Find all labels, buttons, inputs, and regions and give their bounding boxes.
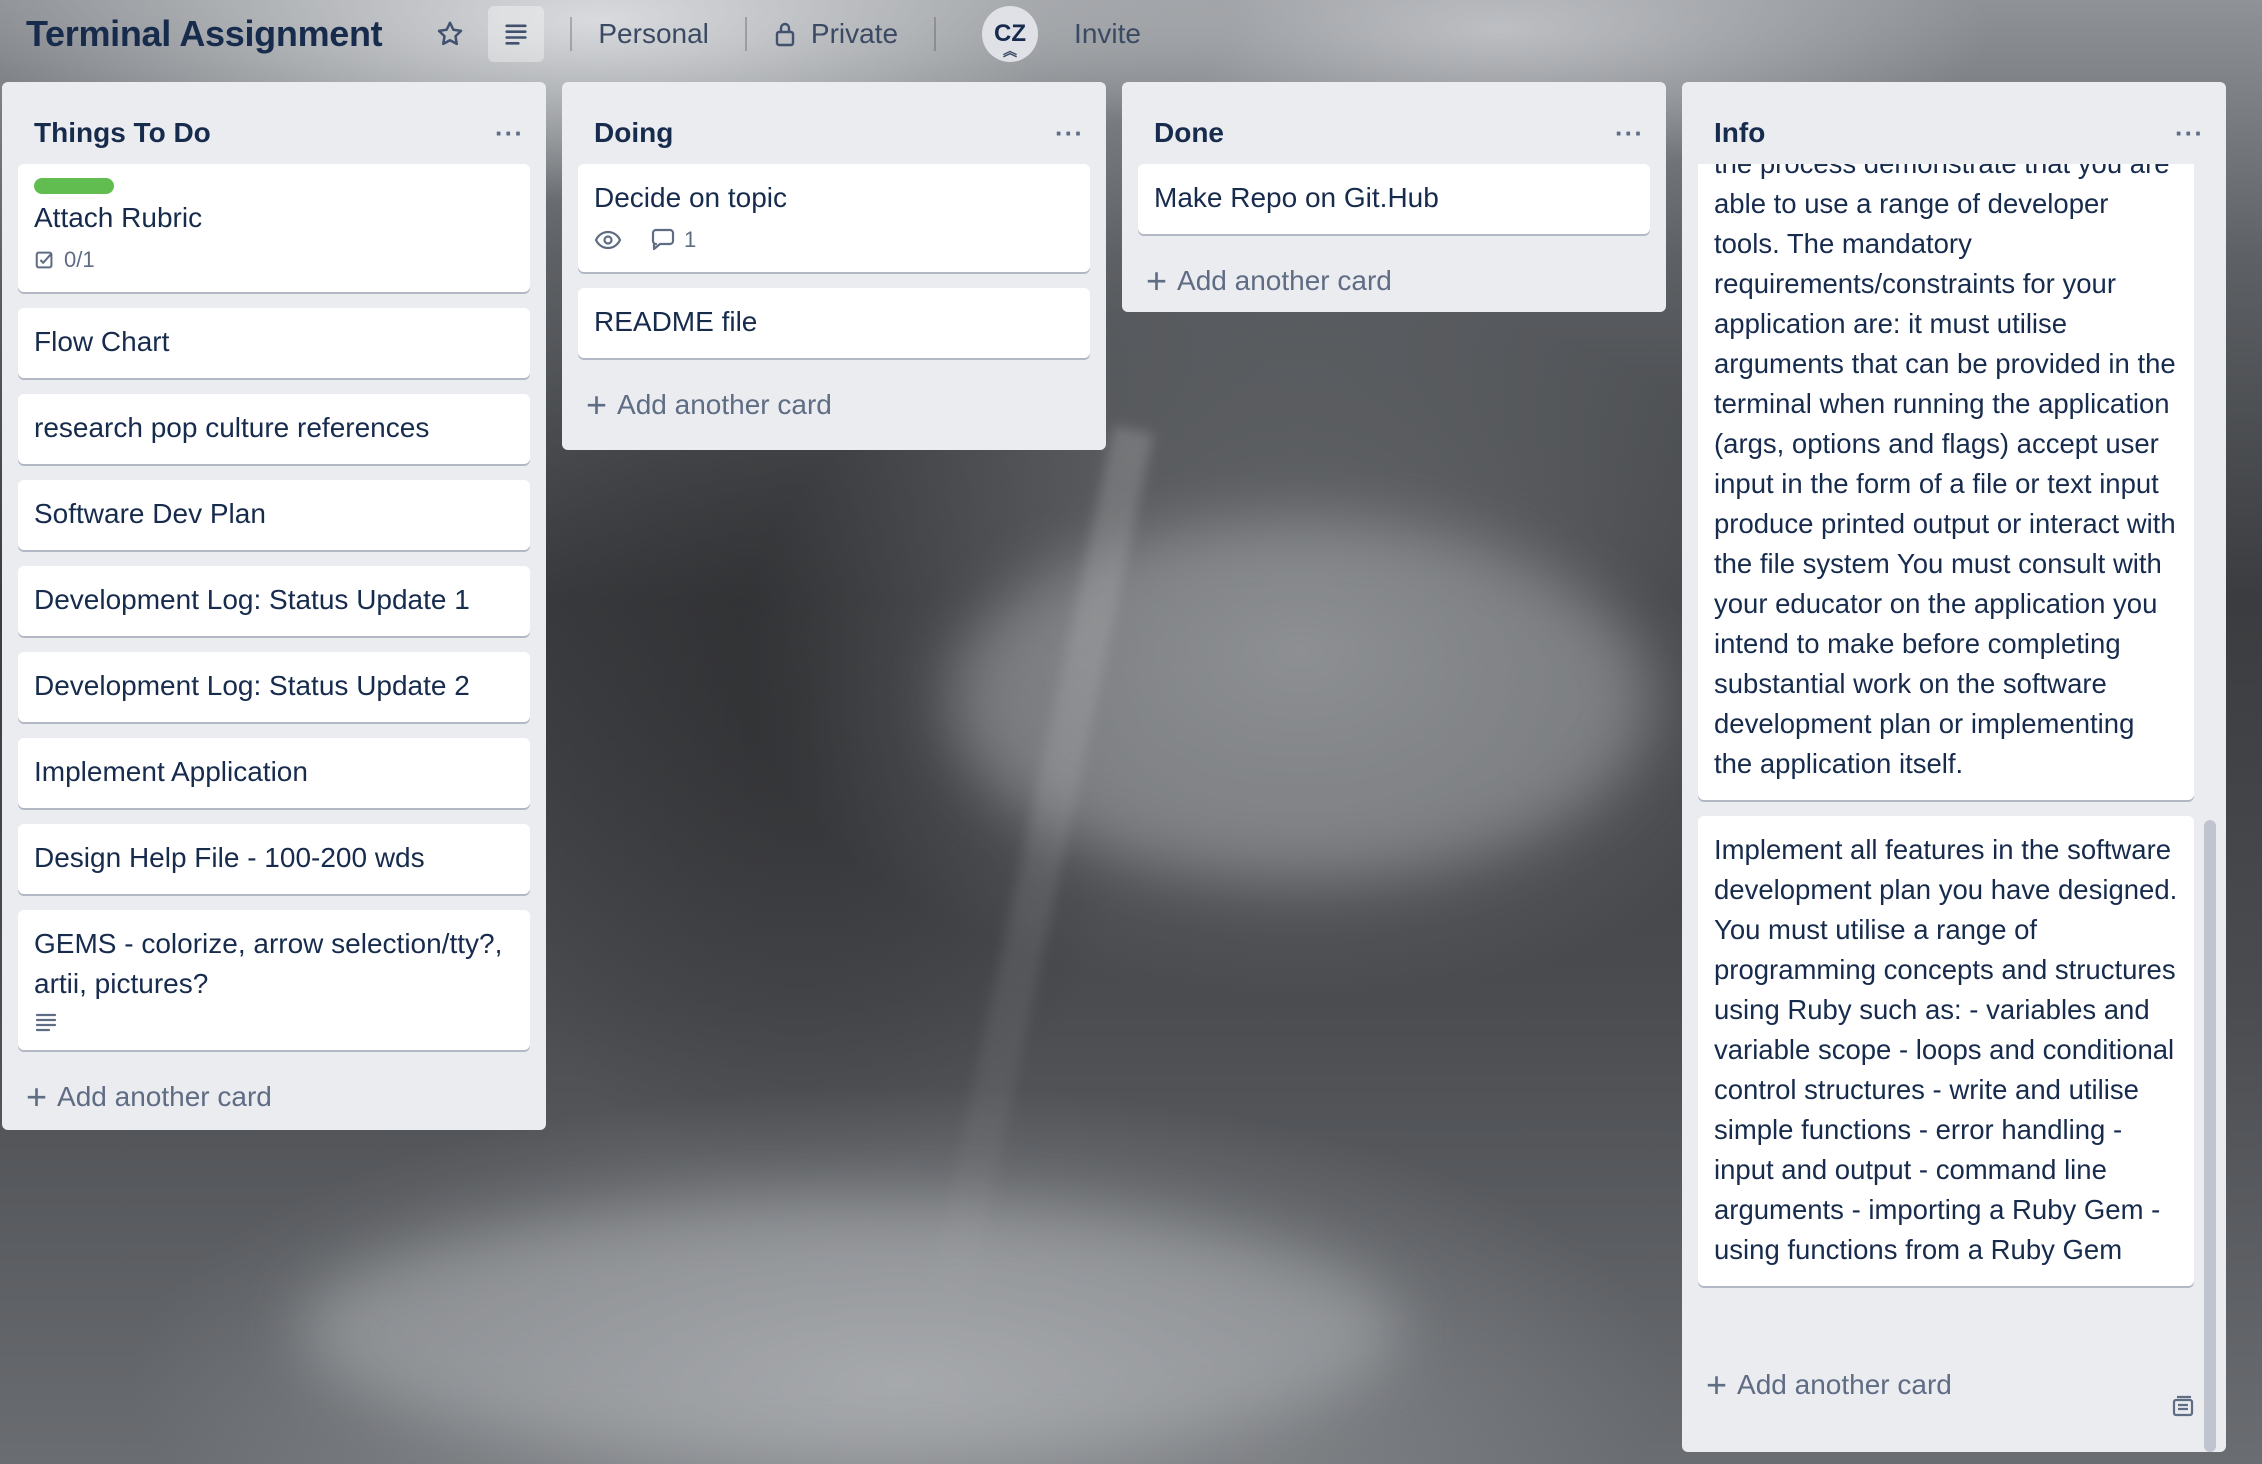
description-icon (35, 1013, 57, 1032)
list-title[interactable]: Done (1154, 117, 1224, 149)
background-mist (300, 1200, 1400, 1460)
card-title: Implement Application (34, 756, 308, 787)
list-doing: Doing ··· Decide on topic 1 README file … (562, 82, 1106, 450)
list-info: Info ··· the process demonstrate that yo… (1682, 82, 2226, 1452)
list-title[interactable]: Info (1714, 117, 1765, 149)
visibility-label: Private (810, 18, 899, 49)
scrollbar-thumb[interactable] (2204, 820, 2216, 1452)
card[interactable]: Software Dev Plan (18, 480, 530, 550)
board-menu-button[interactable] (488, 6, 545, 62)
card-title: Development Log: Status Update 2 (34, 670, 470, 701)
comment-badge: 1 (650, 224, 696, 256)
list-menu-button[interactable]: ··· (2175, 118, 2204, 149)
card[interactable]: GEMS - colorize, arrow selection/tty?, a… (18, 910, 530, 1050)
card-template-icon[interactable] (2170, 1394, 2196, 1420)
checklist-badge: 0/1 (34, 244, 95, 276)
card-list: Make Repo on Git.Hub (1122, 164, 1666, 234)
card[interactable]: README file (578, 288, 1090, 358)
list-menu-button[interactable]: ··· (1055, 118, 1084, 149)
background-mist (950, 520, 1650, 880)
card[interactable]: the process demonstrate that you are abl… (1698, 164, 2194, 800)
add-card-button[interactable]: + Add another card (2, 1066, 546, 1128)
checklist-count: 0/1 (64, 247, 95, 272)
avatar[interactable]: CZ ︽ (982, 6, 1039, 62)
comment-icon (651, 228, 675, 251)
lock-icon (775, 22, 795, 47)
card[interactable]: Flow Chart (18, 308, 530, 378)
card[interactable]: Decide on topic 1 (578, 164, 1090, 272)
add-card-label: Add another card (1737, 1369, 1952, 1400)
invite-button[interactable]: Invite (1074, 18, 1141, 50)
add-card-button[interactable]: + Add another card (562, 374, 1106, 436)
admin-chevron-icon: ︽ (1003, 43, 1018, 59)
card[interactable]: Development Log: Status Update 1 (18, 566, 530, 636)
add-card-label: Add another card (617, 389, 832, 420)
card-title: Decide on topic (594, 182, 788, 213)
list-header: Things To Do ··· (2, 82, 546, 164)
star-button[interactable] (422, 6, 478, 62)
list-icon (505, 24, 527, 45)
add-card-button[interactable]: + Add another card (1122, 250, 1666, 312)
card-list: Attach Rubric 0/1 Flow Chart research po… (2, 164, 546, 1050)
card-title: GEMS - colorize, arrow selection/tty?, a… (34, 928, 503, 999)
card-title: Make Repo on Git.Hub (1154, 182, 1439, 213)
plus-icon: + (1146, 260, 1168, 301)
header-divider (570, 17, 573, 51)
plus-icon: + (26, 1076, 48, 1117)
card-badges: 1 (594, 224, 1074, 256)
header-divider (934, 17, 937, 51)
star-icon (438, 21, 463, 46)
card-title: Design Help File - 100-200 wds (34, 842, 425, 873)
card[interactable]: Implement all features in the software d… (1698, 816, 2194, 1286)
card-list: Decide on topic 1 README file (562, 164, 1106, 358)
add-card-label: Add another card (1177, 265, 1392, 296)
list-header: Doing ··· (562, 82, 1106, 164)
card-title: Attach Rubric (34, 202, 203, 233)
header-divider (744, 17, 747, 51)
card-title: README file (594, 306, 758, 337)
list-done: Done ··· Make Repo on Git.Hub + Add anot… (1122, 82, 1666, 312)
plus-icon: + (1706, 1364, 1728, 1405)
green-label[interactable] (34, 178, 114, 194)
checklist-icon (35, 251, 53, 269)
card[interactable]: Make Repo on Git.Hub (1138, 164, 1650, 234)
board-header: Terminal Assignment Personal Private CZ … (0, 0, 2262, 68)
add-card-label: Add another card (57, 1081, 272, 1112)
list-menu-button[interactable]: ··· (495, 118, 524, 149)
card-title: research pop culture references (34, 412, 430, 443)
add-card-button[interactable]: + Add another card (1682, 1354, 2226, 1416)
list-header: Info ··· (1682, 82, 2226, 164)
workspace-button[interactable]: Personal (588, 6, 719, 62)
card-title: the process demonstrate that you are abl… (1714, 164, 2176, 779)
list-menu-button[interactable]: ··· (1615, 118, 1644, 149)
card-title: Flow Chart (34, 326, 170, 357)
card[interactable]: Development Log: Status Update 2 (18, 652, 530, 722)
card-badges: 0/1 (34, 244, 514, 276)
card[interactable]: Implement Application (18, 738, 530, 808)
list-title[interactable]: Doing (594, 117, 673, 149)
visibility-button[interactable]: Private (763, 6, 908, 62)
plus-icon: + (586, 384, 608, 425)
card-title: Development Log: Status Update 1 (34, 584, 470, 615)
workspace-label: Personal (598, 18, 709, 49)
card[interactable]: research pop culture references (18, 394, 530, 464)
card-title: Software Dev Plan (34, 498, 266, 529)
comment-count: 1 (684, 227, 697, 252)
card-badges (34, 1010, 514, 1034)
list-things-to-do: Things To Do ··· Attach Rubric 0/1 Flow … (2, 82, 546, 1130)
list-title[interactable]: Things To Do (34, 117, 211, 149)
board-title[interactable]: Terminal Assignment (26, 13, 383, 55)
card[interactable]: Attach Rubric 0/1 (18, 164, 530, 292)
card[interactable]: Design Help File - 100-200 wds (18, 824, 530, 894)
card-list: the process demonstrate that you are abl… (1682, 164, 2226, 1344)
list-header: Done ··· (1122, 82, 1666, 164)
eye-icon (594, 230, 622, 250)
card-title: Implement all features in the software d… (1714, 834, 2178, 1265)
